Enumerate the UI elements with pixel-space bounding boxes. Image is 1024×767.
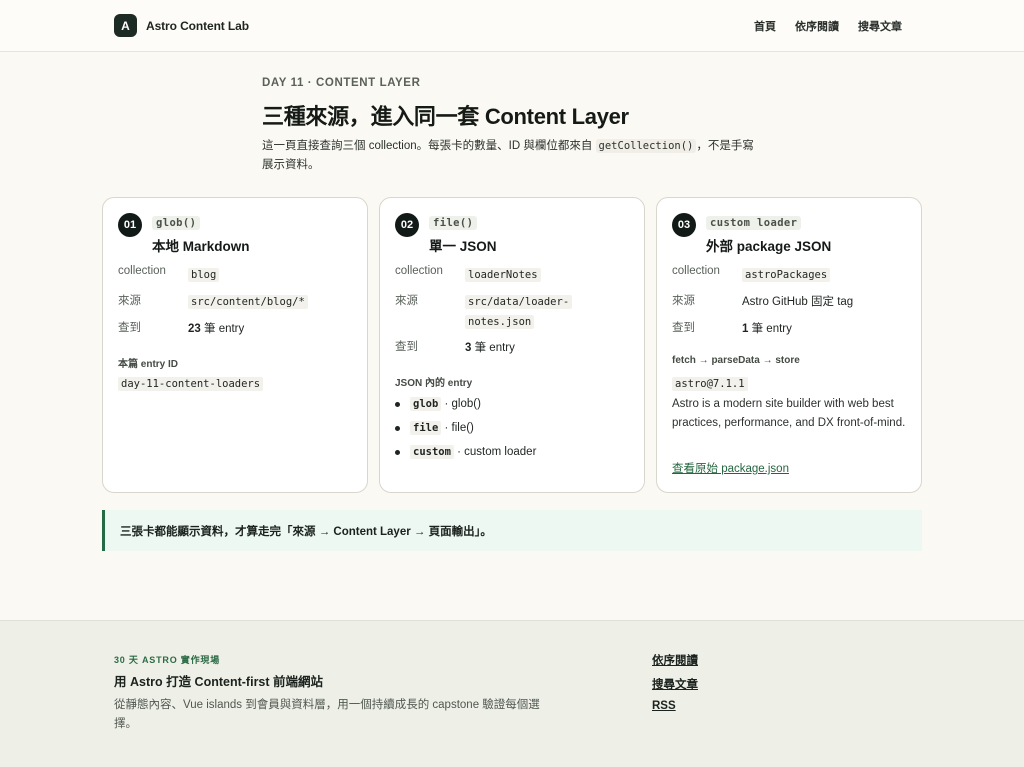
card-title: 本地 Markdown (152, 239, 250, 254)
loader-tag: file() (429, 216, 478, 230)
card-custom-loader: 03 custom loader 外部 package JSON collect… (656, 197, 922, 493)
entry-count: 3 (465, 342, 472, 354)
page-eyebrow: DAY 11 · CONTENT LAYER (262, 77, 421, 89)
source-value: src/content/blog/* (188, 295, 308, 309)
source-value-line2: notes.json (465, 315, 535, 329)
package-description: Astro is a modern site builder with web … (672, 398, 906, 429)
count-label: 查到 (672, 322, 695, 334)
source-value: Astro GitHub 固定 tag (742, 296, 854, 308)
page-lede: 這一頁直接查詢三個 collection。每張卡的數量、ID 與欄位都來自 ge… (262, 137, 762, 175)
bullet-icon (395, 401, 400, 407)
entry-count: 23 (188, 323, 201, 335)
footer-eyebrow: 30 天 ASTRO 實作現場 (114, 655, 221, 665)
source-row: 來源 src/content/blog/* (118, 292, 308, 312)
main-nav: 首頁 依序閱讀 搜尋文章 (754, 18, 902, 34)
count-row: 查到 1 筆 entry (672, 319, 792, 339)
list-item: file · file() (395, 416, 536, 440)
collection-row: collection loaderNotes (395, 265, 541, 285)
footer-link-read-in-order[interactable]: 依序閱讀 (652, 652, 698, 668)
source-value-line1: src/data/loader- (465, 295, 573, 309)
loader-tag: glob() (152, 216, 201, 230)
package-version: astro@7.1.1 (672, 377, 748, 391)
count-row: 查到 3 筆 entry (395, 338, 515, 358)
footer-title: 用 Astro 打造 Content-first 前端網站 (114, 675, 324, 689)
summary-callout: 三張卡都能顯示資料，才算走完「來源 → Content Layer → 頁面輸出… (102, 510, 922, 551)
nav-read-in-order[interactable]: 依序閱讀 (795, 18, 839, 34)
entry-unit: 筆 entry (474, 342, 515, 354)
site-header: A Astro Content Lab 首頁 依序閱讀 搜尋文章 (0, 0, 1024, 52)
footer-link-rss[interactable]: RSS (652, 700, 698, 712)
sub-label: JSON 內的 entry (395, 378, 473, 389)
collection-row: collection blog (118, 265, 220, 285)
source-row: 來源 src/data/loader-notes.json (395, 292, 573, 332)
collection-label: collection (672, 265, 720, 277)
json-entry-list: glob · glob() file · file() custom · cus… (395, 392, 536, 464)
home-logo-link[interactable]: A Astro Content Lab (114, 14, 249, 37)
footer-description: 從靜態內容、Vue islands 到會員與資料層，用一個持續成長的 capst… (114, 699, 540, 730)
entry-unit: 筆 entry (204, 323, 245, 335)
collection-value: loaderNotes (465, 268, 541, 282)
entry-code: custom (410, 445, 454, 459)
list-item: glob · glob() (395, 392, 536, 416)
collection-label: collection (395, 265, 443, 277)
view-package-json-link[interactable]: 查看原始 package.json (672, 460, 789, 476)
site-name: Astro Content Lab (146, 18, 249, 33)
collection-value: blog (188, 268, 220, 282)
count-label: 查到 (395, 341, 418, 353)
source-label: 來源 (118, 295, 141, 307)
nav-home[interactable]: 首頁 (754, 18, 776, 34)
source-label: 來源 (672, 295, 695, 307)
nav-search[interactable]: 搜尋文章 (858, 18, 902, 34)
sub-label: fetch → parseData → store (672, 355, 800, 366)
entry-text: · custom loader (457, 446, 537, 458)
card-title: 外部 package JSON (706, 239, 832, 254)
source-label: 來源 (395, 295, 418, 307)
bullet-icon (395, 449, 400, 455)
entry-text: · glob() (444, 398, 481, 410)
entry-text: · file() (444, 422, 474, 434)
source-row: 來源 Astro GitHub 固定 tag (672, 292, 853, 312)
collection-value: astroPackages (742, 268, 831, 282)
collection-row: collection astroPackages (672, 265, 831, 285)
lede-code: getCollection() (595, 139, 697, 153)
card-number: 01 (118, 213, 142, 237)
logo-mark: A (114, 14, 137, 37)
count-label: 查到 (118, 322, 141, 334)
sub-label: 本篇 entry ID (118, 359, 179, 370)
card-file: 02 file() 單一 JSON collection loaderNotes… (379, 197, 645, 493)
entry-code: file (410, 421, 442, 435)
entry-id: day-11-content-loaders (118, 377, 264, 391)
collection-label: collection (118, 265, 166, 277)
loader-tag: custom loader (706, 216, 802, 230)
entry-count: 1 (742, 323, 749, 335)
page-title: 三種來源，進入同一套 Content Layer (262, 104, 629, 129)
entry-unit: 筆 entry (751, 323, 792, 335)
card-title: 單一 JSON (429, 239, 497, 254)
footer-links: 依序閱讀 搜尋文章 RSS (652, 652, 698, 712)
bullet-icon (395, 425, 400, 431)
site-footer: 30 天 ASTRO 實作現場 用 Astro 打造 Content-first… (0, 620, 1024, 767)
footer-link-search[interactable]: 搜尋文章 (652, 676, 698, 692)
lede-text-before: 這一頁直接查詢三個 collection。每張卡的數量、ID 與欄位都來自 (262, 140, 596, 152)
card-number: 02 (395, 213, 419, 237)
count-row: 查到 23 筆 entry (118, 319, 244, 339)
card-number: 03 (672, 213, 696, 237)
list-item: custom · custom loader (395, 440, 536, 464)
card-glob: 01 glob() 本地 Markdown collection blog 來源… (102, 197, 368, 493)
entry-code: glob (410, 397, 442, 411)
